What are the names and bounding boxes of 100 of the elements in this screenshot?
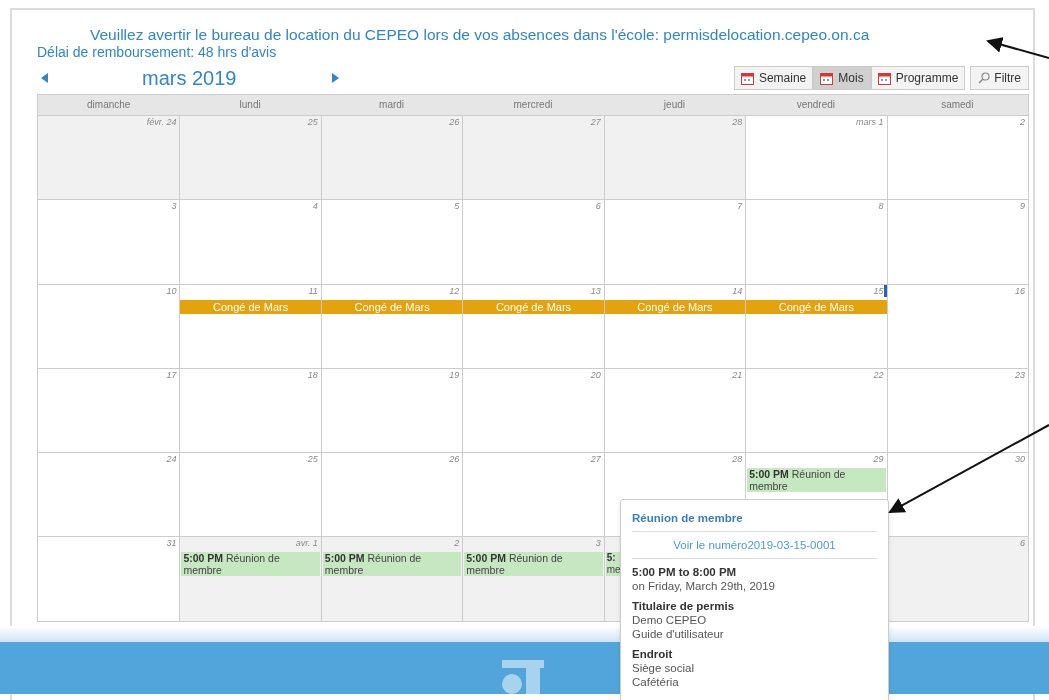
event-chip[interactable]: 5:00 PM Réunion de membre — [747, 468, 886, 493]
section-heading: Titulaire de permis — [632, 599, 736, 613]
event-date: on Friday, March 29th, 2019 — [632, 579, 776, 593]
day-cell[interactable]: 6 — [462, 200, 604, 284]
day-number: 21 — [732, 368, 743, 382]
day-cell[interactable]: 27 — [462, 453, 604, 537]
left-arrow-icon — [41, 73, 48, 83]
day-cell[interactable]: 22 — [745, 368, 887, 453]
right-arrow-icon — [332, 73, 339, 83]
day-cell[interactable]: 2 — [886, 116, 1028, 200]
view-tab[interactable]: Mois — [813, 66, 871, 90]
event-chip[interactable]: 5:00 PM Réunion de membre — [464, 552, 603, 577]
day-number: 29 — [873, 453, 884, 467]
day-number: 6 — [1020, 537, 1025, 551]
calendar-icon — [740, 71, 754, 85]
event-chip[interactable]: 5:00 PM Réunion de membre — [181, 552, 320, 577]
weekday-header: mercredi — [512, 98, 554, 112]
weekday-header: mardi — [378, 98, 406, 112]
day-cell[interactable]: févr. 24 — [38, 116, 180, 200]
day-number: 25 — [307, 116, 318, 129]
day-cell[interactable]: 4 — [179, 200, 321, 284]
day-number: 14 — [732, 284, 743, 298]
day-number: 7 — [737, 200, 743, 214]
day-cell[interactable]: 23 — [886, 368, 1028, 453]
day-number: 27 — [590, 116, 601, 129]
day-cell[interactable]: 5 — [320, 200, 463, 284]
day-number: 9 — [1020, 200, 1025, 214]
day-number: 26 — [449, 116, 460, 129]
weekday-header: vendredi — [795, 98, 837, 112]
day-number: 13 — [590, 284, 601, 298]
day-cell[interactable]: avr. 1 5:00 PM Réunion de membre — [179, 537, 321, 621]
day-cell[interactable]: 25 — [179, 453, 321, 537]
day-cell[interactable]: 6 — [886, 537, 1028, 621]
day-cell[interactable]: 26 — [320, 116, 463, 200]
section-line: Guide d'utilisateur — [632, 627, 725, 641]
day-cell[interactable]: 16 — [886, 284, 1028, 368]
day-cell[interactable]: 8 — [745, 200, 887, 284]
day-cell[interactable]: 9 — [886, 200, 1028, 284]
day-number: 27 — [590, 453, 601, 467]
day-number: 5 — [454, 200, 460, 214]
day-cell[interactable]: 14 Congé de Mars — [603, 284, 746, 368]
weekday-header: jeudi — [662, 98, 686, 112]
previous-button[interactable] — [41, 70, 51, 86]
day-number: 8 — [878, 200, 884, 214]
day-number: 2 — [1020, 116, 1025, 129]
day-number: 4 — [312, 200, 318, 214]
month-title: mars 2019 — [142, 66, 238, 91]
section-line: Cafétéria — [632, 675, 680, 689]
annotation-arrow — [986, 37, 1049, 59]
popup-title: Réunion de membre — [632, 511, 744, 525]
day-cell[interactable]: 27 — [462, 116, 604, 200]
day-cell[interactable]: 19 — [320, 368, 463, 453]
day-cell[interactable]: 18 — [179, 368, 321, 453]
day-cell[interactable]: 26 — [320, 453, 463, 537]
day-number: 11 — [308, 284, 318, 298]
event-bar[interactable]: Congé de Mars — [463, 299, 604, 314]
day-cell[interactable]: 25 — [179, 116, 321, 200]
day-number: 18 — [307, 368, 318, 382]
day-cell[interactable]: 11 Congé de Mars — [179, 284, 321, 368]
event-bar[interactable]: Congé de Mars — [604, 299, 746, 314]
view-tab[interactable]: Semaine — [733, 66, 814, 90]
search-icon — [978, 72, 991, 84]
day-number: 12 — [449, 284, 460, 298]
event-time: 5:00 PM to 8:00 PM — [632, 565, 738, 579]
day-number: 20 — [590, 368, 601, 382]
day-cell[interactable]: 12 Congé de Mars — [320, 284, 463, 368]
day-cell[interactable]: 20 — [462, 368, 604, 453]
day-cell[interactable]: 28 — [603, 116, 746, 200]
day-number: 24 — [166, 453, 177, 467]
event-bar[interactable]: Congé de Mars — [321, 299, 463, 314]
day-number: 22 — [873, 368, 884, 382]
event-chip[interactable]: 5:00 PM Réunion de membre — [322, 552, 462, 577]
day-number: 16 — [1015, 284, 1025, 298]
view-tab[interactable]: Programme — [870, 66, 966, 90]
day-cell[interactable]: 15 Congé de Mars — [745, 284, 887, 368]
weekday-header: dimanche — [86, 98, 132, 112]
day-cell[interactable]: 13 Congé de Mars — [462, 284, 604, 368]
day-number: 6 — [595, 200, 601, 214]
day-cell[interactable]: 7 — [603, 200, 746, 284]
day-number: 30 — [1015, 453, 1025, 467]
day-number: 10 — [166, 284, 177, 298]
day-number: mars 1 — [856, 116, 884, 129]
day-number: 19 — [449, 368, 460, 382]
filter-button[interactable]: Filtre — [970, 66, 1029, 90]
calendar-icon — [820, 71, 834, 85]
section-heading: Endroit — [632, 647, 674, 661]
day-number: 26 — [449, 453, 460, 467]
permit-number-link[interactable]: Voir le numéro2019-03-15-0001 — [673, 538, 836, 552]
day-number: 23 — [1015, 368, 1025, 382]
day-number: 25 — [307, 453, 318, 467]
event-bar[interactable]: Congé de Mars — [746, 299, 887, 314]
day-cell[interactable]: 2 5:00 PM Réunion de membre — [320, 537, 463, 621]
day-number: févr. 24 — [146, 116, 177, 129]
event-chip[interactable]: 5: me — [605, 552, 622, 577]
day-number: 3 — [595, 537, 601, 551]
day-cell[interactable]: 3 5:00 PM Réunion de membre — [462, 537, 604, 621]
day-number: 2 — [454, 537, 460, 551]
refund-delay-text: Délai de remboursement: 48 hrs d'avis — [37, 44, 278, 60]
event-bar[interactable]: Congé de Mars — [180, 299, 321, 314]
notice-text: Veuillez avertir le bureau de location du CEPEO lors de vos absences dans l'école: permisdelocation.cepeo.on.ca — [89, 26, 871, 44]
